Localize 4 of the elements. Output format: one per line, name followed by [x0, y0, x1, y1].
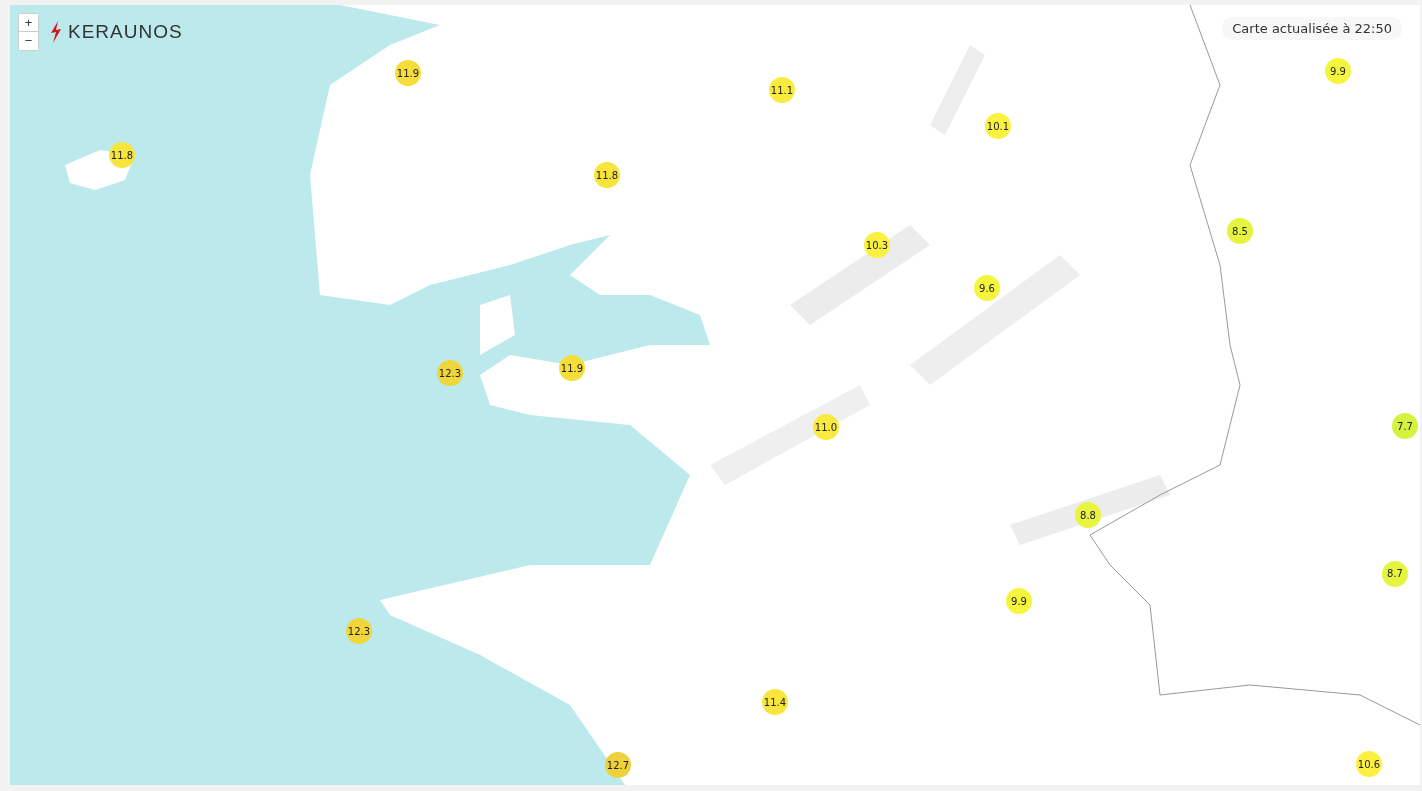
logo-text: KERAUNOS: [68, 21, 183, 43]
update-label: Carte actualisée à 22:50: [1222, 17, 1402, 40]
lightning-icon: [50, 21, 62, 43]
zoom-in-button[interactable]: +: [19, 14, 38, 32]
